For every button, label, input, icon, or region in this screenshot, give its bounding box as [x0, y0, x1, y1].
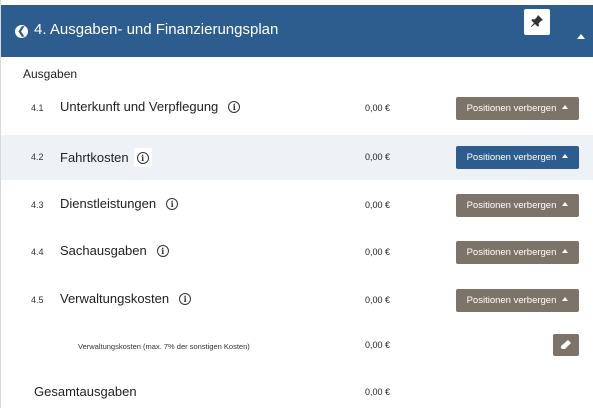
- row-number: 4.2: [31, 152, 44, 162]
- row-name-text: Dienstleistungen: [60, 196, 157, 211]
- subrow-label: Verwaltungskosten (max. 7% der sonstigen…: [78, 342, 250, 351]
- caret-up-icon: [562, 154, 569, 158]
- hide-positions-label: Positionen verbergen: [466, 103, 557, 114]
- pin-icon: [531, 15, 543, 27]
- subrow-amount: 0,00 €: [365, 340, 391, 350]
- row-amount: 0,00 €: [365, 103, 391, 113]
- info-tooltip-trigger[interactable]: i: [133, 148, 152, 167]
- info-icon[interactable]: i: [179, 293, 192, 305]
- row-name-text: Sachausgaben: [60, 243, 147, 258]
- pin-button[interactable]: [524, 9, 550, 35]
- row-number: 4.1: [31, 103, 44, 113]
- hide-positions-label: Positionen verbergen: [466, 295, 557, 306]
- row-name-text: Verwaltungskosten: [60, 291, 170, 306]
- caret-up-icon: [562, 297, 569, 301]
- expense-row-4-1: 4.1 Unterkunft und Verpflegung i 0,00 € P…: [1, 86, 593, 131]
- ausgaben-label: Ausgaben: [23, 67, 78, 81]
- hide-positions-button[interactable]: Positionen verbergen: [456, 289, 579, 312]
- row-name: Dienstleistungen i: [60, 196, 179, 211]
- hide-positions-label: Positionen verbergen: [466, 200, 557, 211]
- hide-positions-button[interactable]: Positionen verbergen: [456, 194, 579, 217]
- hide-positions-button[interactable]: Positionen verbergen: [456, 97, 579, 120]
- row-number: 4.3: [31, 200, 44, 210]
- row-name: Verwaltungskosten i: [60, 291, 192, 306]
- row-amount: 0,00 €: [365, 295, 391, 305]
- row-amount: 0,00 €: [365, 152, 391, 162]
- info-icon[interactable]: i: [228, 101, 241, 113]
- caret-up-icon: [562, 202, 569, 206]
- finance-plan-panel: ❮ 4. Ausgaben- und Finanzierungsplan Aus…: [0, 0, 593, 408]
- row-amount: 0,00 €: [365, 200, 391, 210]
- hide-positions-button[interactable]: Positionen verbergen: [456, 241, 579, 264]
- section-header[interactable]: ❮ 4. Ausgaben- und Finanzierungsplan: [1, 5, 593, 57]
- hide-positions-label: Positionen verbergen: [466, 247, 557, 258]
- section-title: 4. Ausgaben- und Finanzierungsplan: [34, 21, 279, 38]
- info-icon[interactable]: i: [156, 245, 169, 257]
- info-icon: i: [136, 152, 149, 164]
- expense-row-4-3: 4.3 Dienstleistungen i 0,00 € Positionen …: [1, 183, 593, 228]
- expense-row-4-5: 4.5 Verwaltungskosten i 0,00 € Positionen…: [1, 278, 593, 323]
- caret-up-icon[interactable]: [577, 34, 585, 39]
- caret-up-icon: [562, 249, 569, 253]
- edit-button[interactable]: [553, 334, 579, 356]
- row-name-text: Fahrtkosten: [60, 150, 129, 165]
- row-name: Unterkunft und Verpflegung i: [60, 99, 241, 114]
- caret-up-icon: [562, 105, 569, 109]
- hide-positions-label: Positionen verbergen: [466, 152, 557, 163]
- expense-row-4-2: 4.2 Fahrtkosten i 0,00 € Positionen verbe…: [1, 135, 593, 180]
- total-amount: 0,00 €: [365, 387, 391, 397]
- hide-positions-button[interactable]: Positionen verbergen: [456, 146, 579, 169]
- chevron-left-icon[interactable]: ❮: [15, 25, 28, 38]
- row-name-text: Unterkunft und Verpflegung: [60, 99, 219, 114]
- row-number: 4.5: [31, 295, 44, 305]
- eraser-icon: [561, 340, 571, 349]
- row-number: 4.4: [31, 247, 44, 257]
- expense-row-4-4: 4.4 Sachausgaben i 0,00 € Positionen verb…: [1, 230, 593, 275]
- row-name: Fahrtkosten i: [60, 148, 152, 167]
- info-icon[interactable]: i: [166, 198, 179, 210]
- row-amount: 0,00 €: [365, 247, 391, 257]
- total-row: Gesamtausgaben 0,00 €: [1, 372, 593, 408]
- total-label: Gesamtausgaben: [34, 384, 137, 399]
- row-name: Sachausgaben i: [60, 243, 169, 258]
- admin-costs-subrow: Verwaltungskosten (max. 7% der sonstigen…: [1, 326, 593, 366]
